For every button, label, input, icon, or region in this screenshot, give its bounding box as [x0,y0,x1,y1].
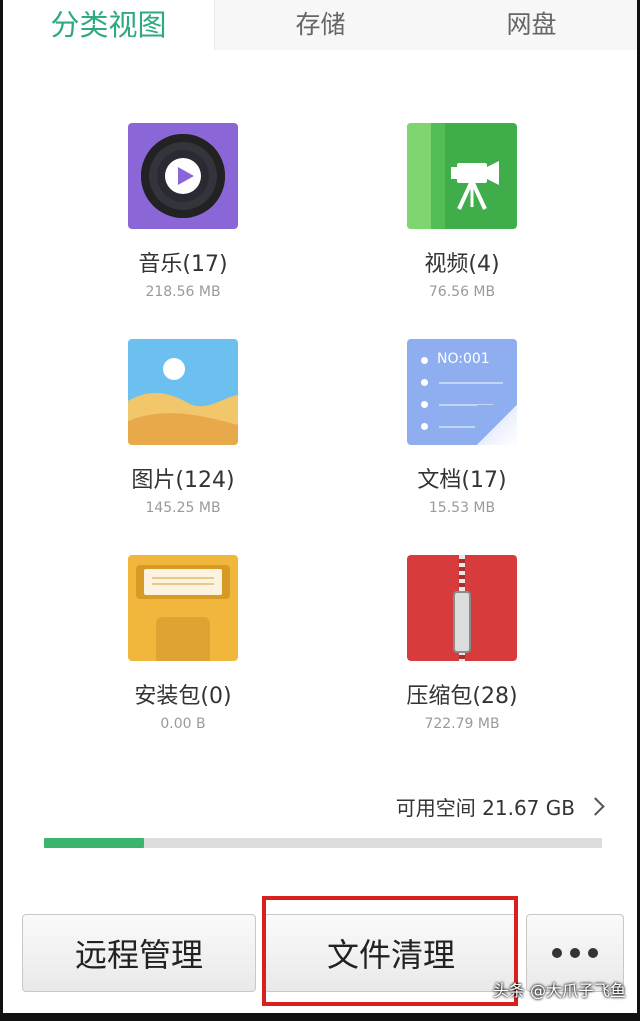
watermark: 头条 @大爪子飞鱼 [492,981,626,1000]
more-dots-icon [552,948,598,958]
category-archives[interactable]: 压缩包(28) 722.79 MB [342,555,582,733]
category-size: 145.25 MB [145,500,221,516]
tab-cloud-drive[interactable]: 网盘 [426,0,637,50]
storage-usage-bar [44,838,602,848]
category-size: 15.53 MB [428,500,496,516]
zip-archive-icon [407,555,517,661]
chevron-right-icon [586,797,605,816]
document-list-icon: NO:001 [407,339,517,445]
category-label: 图片(124) [131,468,235,493]
landscape-image-icon [128,339,238,445]
button-label: 远程管理 [74,936,203,974]
video-camera-icon [407,123,517,229]
category-label: 音乐(17) [138,252,228,277]
category-size: 76.56 MB [428,284,496,300]
category-label: 压缩包(28) [406,684,518,709]
available-space-label: 可用空间 21.67 GB [395,796,575,820]
category-label: 视频(4) [424,252,500,277]
tab-label: 网盘 [506,10,557,39]
tab-storage[interactable]: 存储 [215,0,426,50]
storage-usage-fill [44,838,145,848]
category-size: 218.56 MB [145,284,221,300]
remote-management-button[interactable]: 远程管理 [22,914,256,992]
tab-category-view[interactable]: 分类视图 [3,0,215,50]
category-documents[interactable]: NO:001 文档(17) 15.53 MB [342,339,582,517]
category-music[interactable]: 音乐(17) 218.56 MB [63,123,303,301]
music-disc-icon [128,123,238,229]
tab-label: 分类视图 [50,8,167,42]
category-size: 0.00 B [160,716,206,732]
android-package-icon [128,555,238,661]
category-label: 文档(17) [417,468,507,493]
category-video[interactable]: 视频(4) 76.56 MB [342,123,582,301]
doc-icon-text: NO:001 [437,351,490,367]
category-size: 722.79 MB [424,716,500,732]
frame-left [0,0,3,1021]
category-label: 安装包(0) [134,684,232,709]
available-space-link[interactable]: 可用空间 21.67 GB [395,792,605,821]
highlight-box [262,896,518,1006]
tab-bar: 分类视图 存储 网盘 [3,0,637,50]
category-apk[interactable]: 安装包(0) 0.00 B [63,555,303,733]
frame-bottom [0,1013,640,1021]
tab-label: 存储 [295,10,346,39]
category-images[interactable]: 图片(124) 145.25 MB [63,339,303,517]
